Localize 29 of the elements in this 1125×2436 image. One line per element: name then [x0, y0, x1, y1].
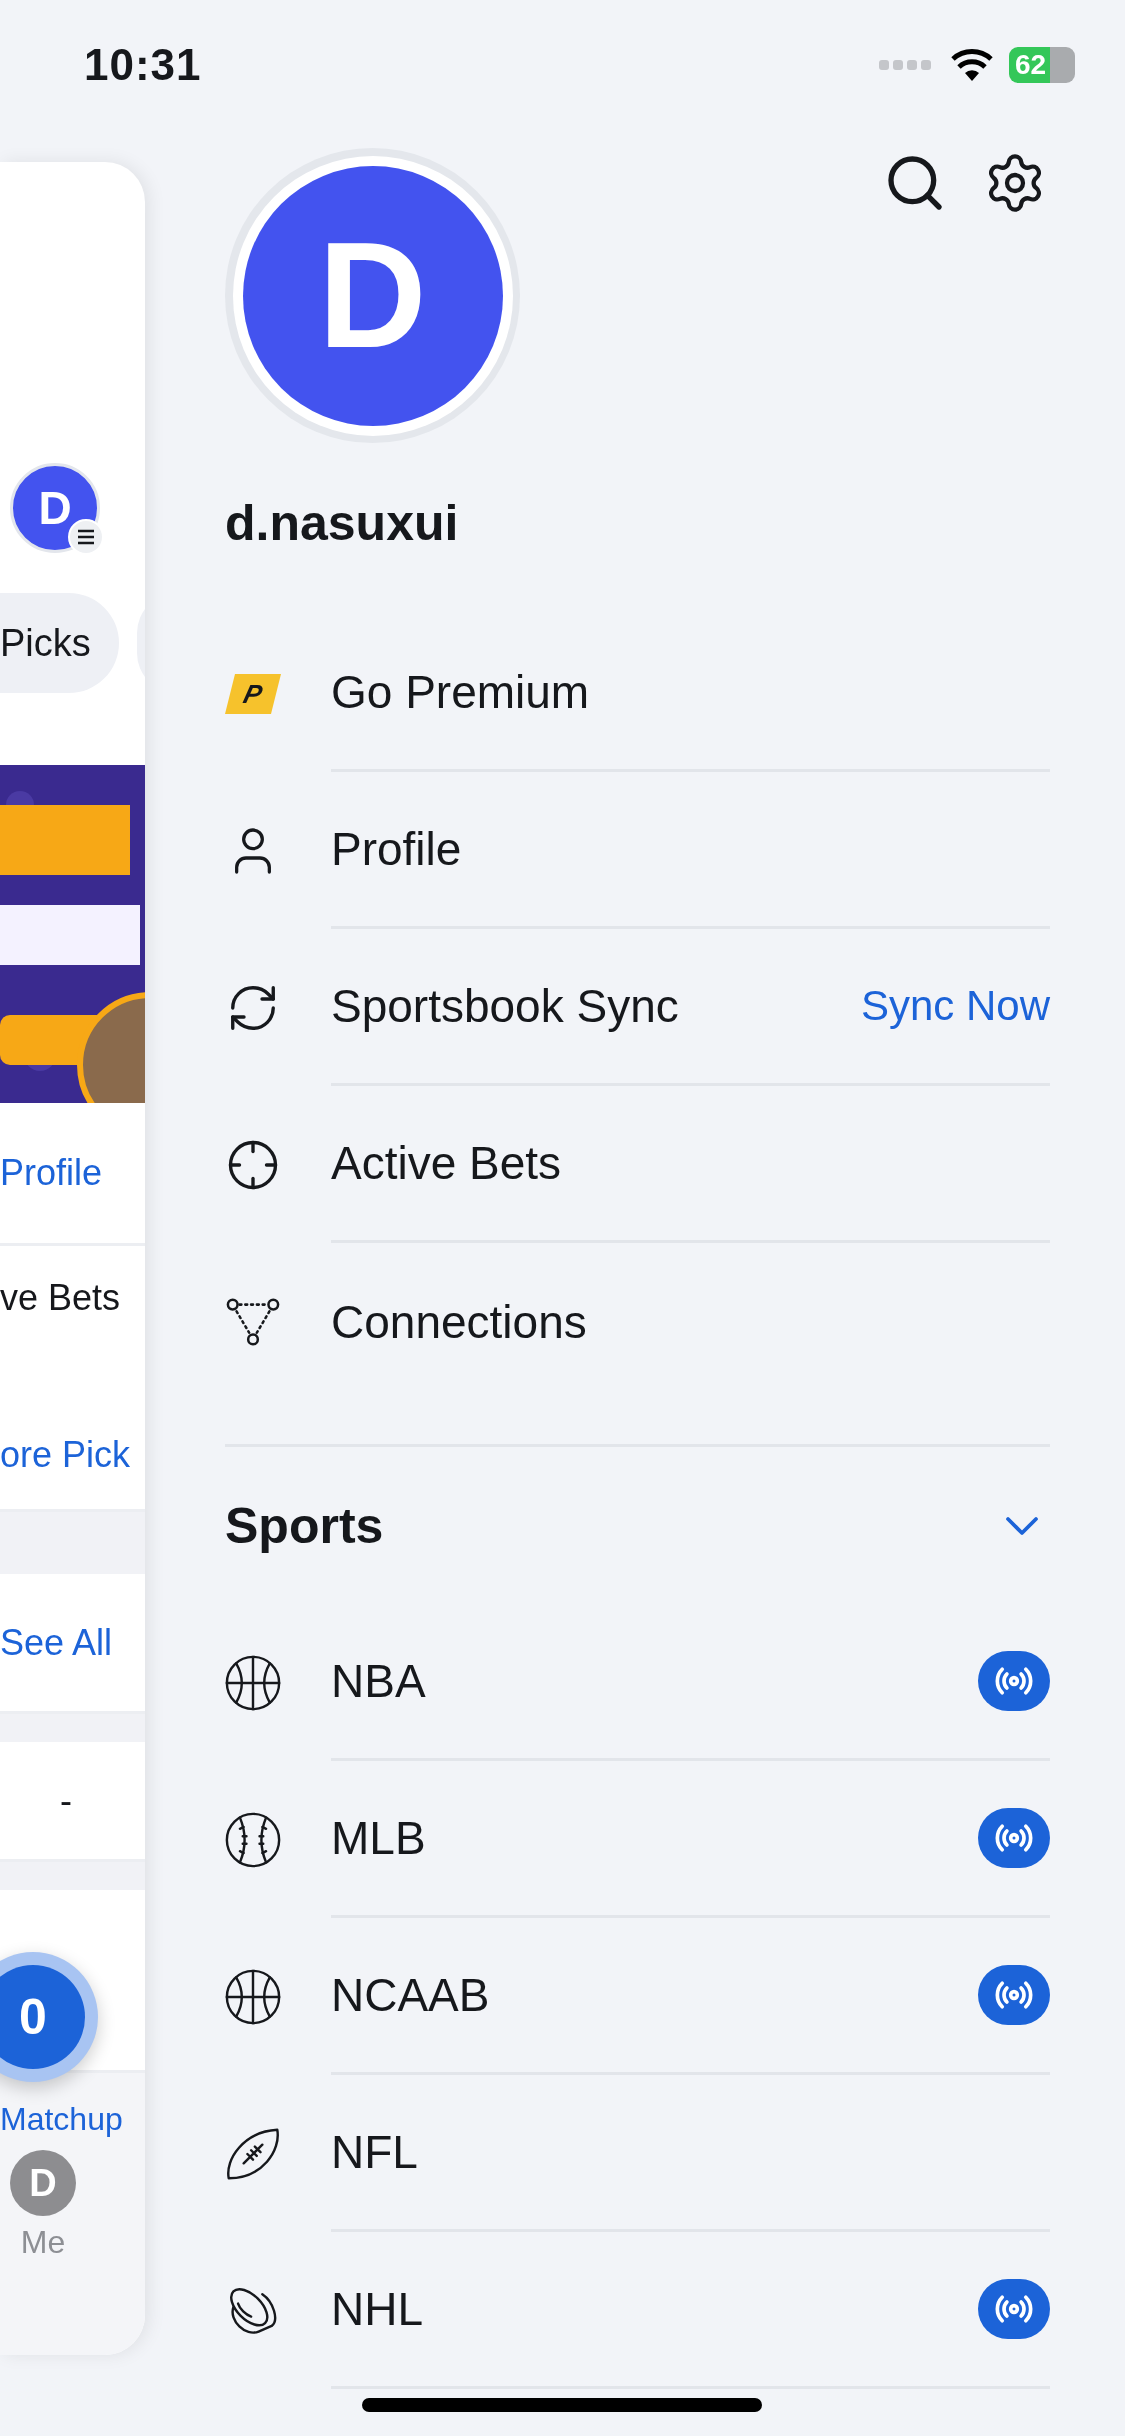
sport-item[interactable]: NBA: [331, 1654, 426, 1708]
username: d.nasuxui: [225, 494, 460, 553]
battery-icon: 62: [1009, 47, 1075, 83]
filter-chip[interactable]: Picks: [0, 593, 119, 693]
text-label: -: [59, 1778, 73, 1823]
premium-badge: P: [225, 673, 281, 714]
tab-label[interactable]: Matchup: [0, 2101, 123, 2138]
text-label: ve Bets: [0, 1276, 122, 1320]
menu-item[interactable]: Profile: [331, 822, 462, 876]
profile-avatar[interactable]: D: [225, 148, 520, 443]
link[interactable]: Profile: [0, 1151, 145, 1195]
live-badge[interactable]: [978, 2279, 1050, 2339]
wifi-icon: [949, 47, 995, 83]
live-badge[interactable]: [978, 1808, 1050, 1868]
link[interactable]: See All: [0, 1620, 145, 1665]
menu-item[interactable]: Active Bets: [331, 1136, 562, 1190]
menu-item[interactable]: Connections: [331, 1294, 587, 1349]
sync-now-link[interactable]: Sync Now: [860, 982, 1050, 1030]
live-badge[interactable]: [978, 1651, 1050, 1711]
sport-item[interactable]: NCAAB: [331, 1968, 490, 2022]
live-badge[interactable]: [978, 1965, 1050, 2025]
link[interactable]: ore Pick: [0, 1433, 145, 1477]
sport-item[interactable]: NHL: [331, 2282, 424, 2336]
status-time: 10:31: [84, 40, 202, 90]
menu-item[interactable]: Sportsbook Sync: [331, 979, 679, 1033]
sport-item[interactable]: MLB: [331, 1811, 426, 1865]
menu-item[interactable]: Go Premium: [331, 665, 590, 719]
sport-item[interactable]: NFL: [331, 2125, 418, 2179]
section-title: Sports: [225, 1496, 384, 1555]
